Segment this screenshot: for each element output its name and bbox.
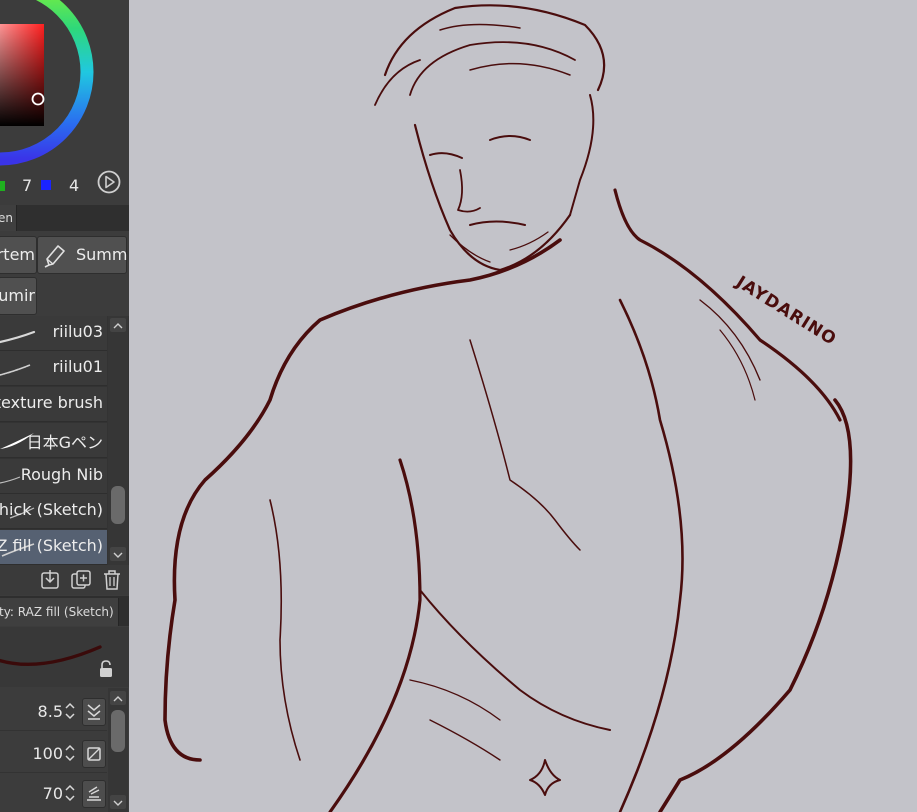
brush-item-texture-brush[interactable]: texture brush: [0, 387, 107, 422]
property-row-brush-size[interactable]: 8.5: [0, 694, 107, 731]
tool-property-title: ty: RAZ fill (Sketch): [0, 605, 114, 619]
tool-group-button-1[interactable]: rtem: [0, 236, 37, 274]
brush-item-thick-sketch[interactable]: hick (Sketch): [0, 494, 107, 529]
scroll-thumb[interactable]: [111, 486, 125, 524]
property-scrollbar[interactable]: [108, 688, 128, 812]
opacity-value[interactable]: 100: [32, 744, 63, 763]
brush-list: riilu03 riilu01 texture brush 日本Gペン Roug…: [0, 316, 129, 565]
brush-item-riilu01[interactable]: riilu01: [0, 351, 107, 386]
brush-label: hick (Sketch): [0, 500, 103, 519]
spinner-icon[interactable]: [63, 742, 77, 764]
stabilization-value[interactable]: 70: [43, 784, 63, 803]
play-circle-icon[interactable]: [96, 169, 122, 195]
artist-signature: JAYDARINO: [732, 272, 841, 350]
opacity-icon[interactable]: [82, 740, 106, 768]
blue-swatch: [41, 180, 51, 190]
brush-size-value[interactable]: 8.5: [38, 702, 63, 721]
green-value: 7: [22, 176, 33, 195]
green-swatch: [0, 181, 5, 191]
brush-label: 日本Gペン: [26, 433, 103, 452]
tool-group-button-3[interactable]: umir: [0, 277, 37, 315]
spinner-icon[interactable]: [63, 782, 77, 804]
subtool-actions: [0, 565, 129, 595]
brush-item-rough-nib[interactable]: Rough Nib: [0, 459, 107, 494]
sketch-artwork: JAYDARINO: [163, 4, 853, 812]
tool-property-tab-bar: ty: RAZ fill (Sketch): [0, 596, 129, 626]
brush-label: texture brush: [0, 393, 103, 412]
brush-item-riilu03[interactable]: riilu03: [0, 316, 107, 351]
tool-group-label-1: rtem: [0, 245, 35, 264]
blue-value: 4: [69, 176, 80, 195]
left-tool-panel: 7 4 en rtem Summ umir: [0, 0, 130, 812]
brush-label: riilu03: [52, 322, 103, 341]
tool-group-label-2: Summ: [76, 245, 128, 264]
property-row-opacity[interactable]: 100: [0, 736, 107, 773]
tab-subtool-label: en: [0, 211, 13, 225]
brush-item-g-pen[interactable]: 日本Gペン: [0, 423, 107, 458]
scroll-up-arrow[interactable]: [110, 691, 126, 705]
drawing-canvas[interactable]: JAYDARINO: [129, 0, 917, 812]
scroll-down-arrow[interactable]: [110, 547, 126, 561]
pen-icon: [44, 245, 65, 268]
import-icon[interactable]: [40, 569, 62, 591]
brush-stroke-preview: [0, 364, 31, 376]
scroll-up-arrow[interactable]: [110, 318, 126, 332]
tool-group-area: rtem Summ umir: [0, 231, 129, 317]
brush-stroke-preview: [0, 330, 36, 344]
lock-icon[interactable]: [97, 659, 115, 679]
tab-tool-property[interactable]: ty: RAZ fill (Sketch): [0, 598, 119, 626]
property-row-stabilization[interactable]: 70: [0, 776, 107, 812]
brush-preview-area: [0, 627, 129, 687]
trash-icon[interactable]: [101, 569, 123, 591]
brush-list-scrollbar[interactable]: [108, 316, 128, 565]
scroll-thumb[interactable]: [111, 710, 125, 752]
scroll-down-arrow[interactable]: [110, 795, 126, 809]
brush-label: riilu01: [52, 357, 103, 376]
spinner-icon[interactable]: [63, 700, 77, 722]
add-subtool-icon[interactable]: [70, 569, 94, 591]
brush-preview-stroke: [0, 645, 102, 666]
brush-label: Rough Nib: [20, 465, 103, 484]
tool-group-label-3: umir: [0, 286, 35, 305]
tab-subtool[interactable]: en: [0, 205, 17, 231]
color-wheel-area: 7 4: [0, 0, 129, 206]
property-list: 8.5 100 70: [0, 688, 129, 812]
stabilization-icon[interactable]: [82, 780, 106, 808]
brush-item-raz-fill-sketch[interactable]: Z fill (Sketch): [0, 530, 107, 565]
brush-label: Z fill (Sketch): [0, 536, 103, 555]
subtool-tab-bar: en: [0, 205, 129, 231]
color-wheel-icon[interactable]: [0, 0, 129, 175]
tool-group-button-2[interactable]: Summ: [37, 236, 127, 274]
brush-size-icon[interactable]: [82, 698, 106, 726]
